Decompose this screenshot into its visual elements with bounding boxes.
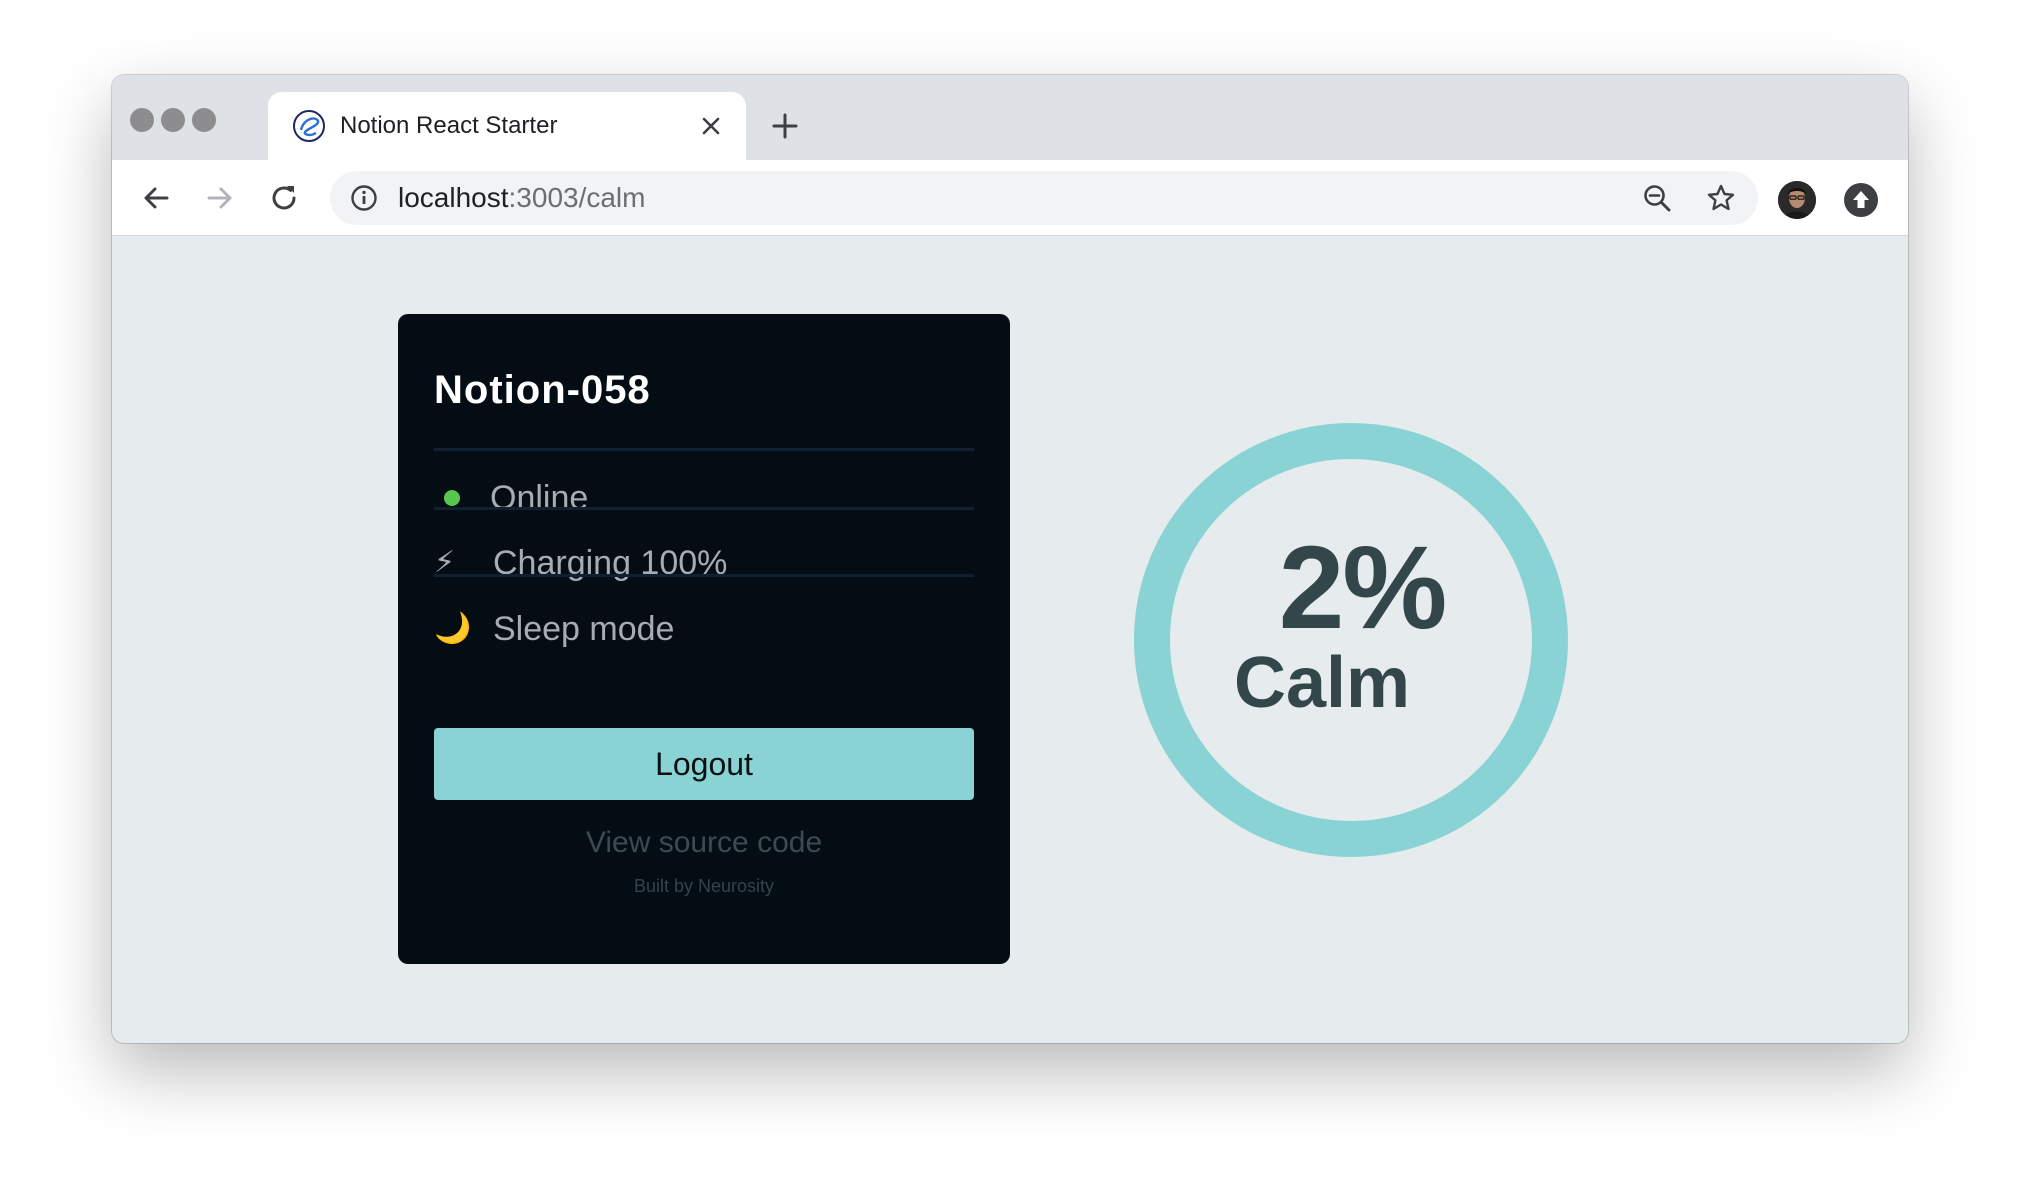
calm-label: Calm [1233, 643, 1411, 723]
zoom-out-icon[interactable] [1642, 183, 1672, 213]
avatar-icon [1778, 181, 1816, 219]
reload-button[interactable] [268, 182, 300, 214]
url-path: :3003/calm [508, 182, 646, 213]
logout-button[interactable]: Logout [434, 728, 974, 800]
extension-button[interactable] [1844, 183, 1878, 217]
minimize-window-button[interactable] [161, 108, 185, 132]
divider [434, 574, 974, 577]
lightning-icon: ⚡ [434, 546, 456, 579]
back-button[interactable] [140, 182, 172, 214]
browser-toolbar: localhost:3003/calm [112, 160, 1908, 236]
close-window-button[interactable] [130, 108, 154, 132]
tab-title: Notion React Starter [340, 112, 558, 139]
forward-button[interactable] [204, 182, 236, 214]
moon-icon: 🌙 [434, 612, 472, 645]
new-tab-icon[interactable] [770, 111, 800, 141]
browser-tab[interactable]: Notion React Starter [268, 92, 746, 160]
profile-avatar[interactable] [1778, 181, 1816, 219]
address-bar[interactable]: localhost:3003/calm [330, 171, 1758, 225]
status-label: Online [490, 479, 589, 517]
bookmark-star-icon[interactable] [1706, 183, 1736, 213]
maximize-window-button[interactable] [192, 108, 216, 132]
favicon-icon [293, 110, 325, 142]
arrow-up-icon [1853, 191, 1869, 208]
online-status-dot [444, 490, 460, 506]
browser-window: Notion React Starter localhost:3003/calm… [112, 75, 1908, 1043]
device-name: Notion-058 [434, 368, 651, 412]
view-source-link[interactable]: View source code [398, 826, 1010, 860]
close-tab-icon[interactable] [698, 113, 724, 139]
built-by-text: Built by Neurosity [633, 876, 775, 896]
divider [434, 448, 974, 451]
url-text[interactable]: localhost:3003/calm [398, 183, 645, 213]
mode-label: Sleep mode [493, 610, 675, 648]
info-icon[interactable] [350, 184, 378, 212]
battery-label: Charging 100% [493, 544, 728, 582]
tab-strip: Notion React Starter [112, 75, 1908, 160]
device-card: Notion-058 Online ⚡ Charging 100% 🌙 Slee… [398, 314, 1010, 964]
url-host: localhost [398, 182, 509, 213]
calm-percentage: 2% [1278, 522, 1448, 654]
divider [434, 507, 974, 510]
